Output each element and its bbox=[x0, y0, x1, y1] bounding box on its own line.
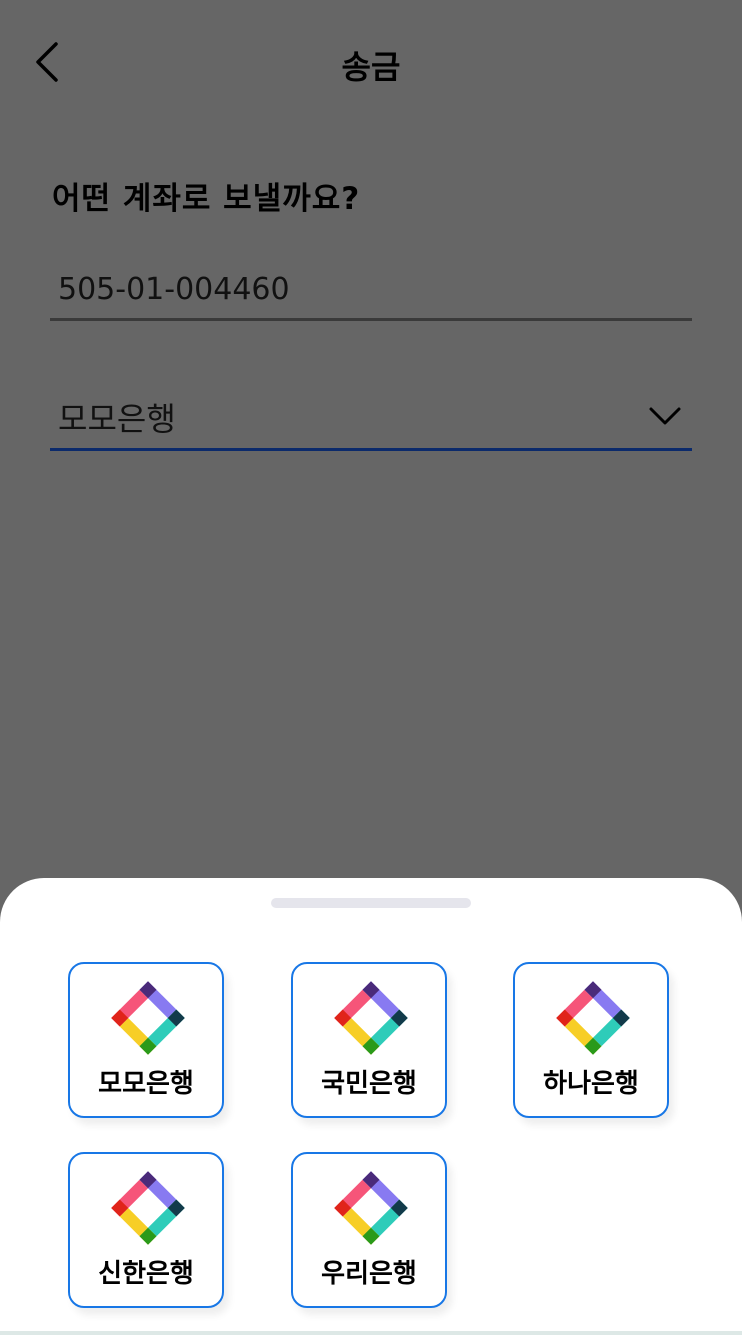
bank-logo-icon bbox=[110, 1170, 186, 1246]
bank-option-label: 모모은행 bbox=[98, 1069, 194, 1099]
bank-option-label: 하나은행 bbox=[543, 1069, 639, 1099]
bank-logo-icon bbox=[333, 1170, 409, 1246]
chevron-down-icon bbox=[649, 407, 681, 425]
bank-logo-icon bbox=[333, 980, 409, 1056]
bank-option-label: 신한은행 bbox=[98, 1259, 194, 1289]
bank-option[interactable]: 국민은행 bbox=[291, 962, 447, 1118]
bank-logo-icon bbox=[555, 980, 631, 1056]
bank-select-value: 모모은행 bbox=[58, 400, 176, 438]
bank-option-label: 국민은행 bbox=[321, 1069, 417, 1099]
account-number-value: 505-01-004460 bbox=[58, 272, 290, 307]
page-title: 송금 bbox=[341, 48, 401, 86]
bank-option[interactable]: 신한은행 bbox=[68, 1152, 224, 1308]
bank-select[interactable]: 모모은행 bbox=[50, 390, 692, 451]
bank-option-label: 우리은행 bbox=[321, 1259, 417, 1289]
bottom-edge bbox=[0, 1331, 742, 1335]
bank-picker-sheet: 모모은행 국민은행 하나은행신한은행 우리은행 bbox=[0, 878, 742, 1335]
bank-option[interactable]: 우리은행 bbox=[291, 1152, 447, 1308]
bank-option[interactable]: 하나은행 bbox=[513, 962, 669, 1118]
bank-option[interactable]: 모모은행 bbox=[68, 962, 224, 1118]
sheet-drag-handle[interactable] bbox=[271, 898, 471, 908]
account-number-field[interactable]: 505-01-004460 bbox=[50, 260, 692, 321]
recipient-question: 어떤 계좌로 보낼까요? bbox=[52, 181, 361, 217]
bank-logo-icon bbox=[110, 980, 186, 1056]
